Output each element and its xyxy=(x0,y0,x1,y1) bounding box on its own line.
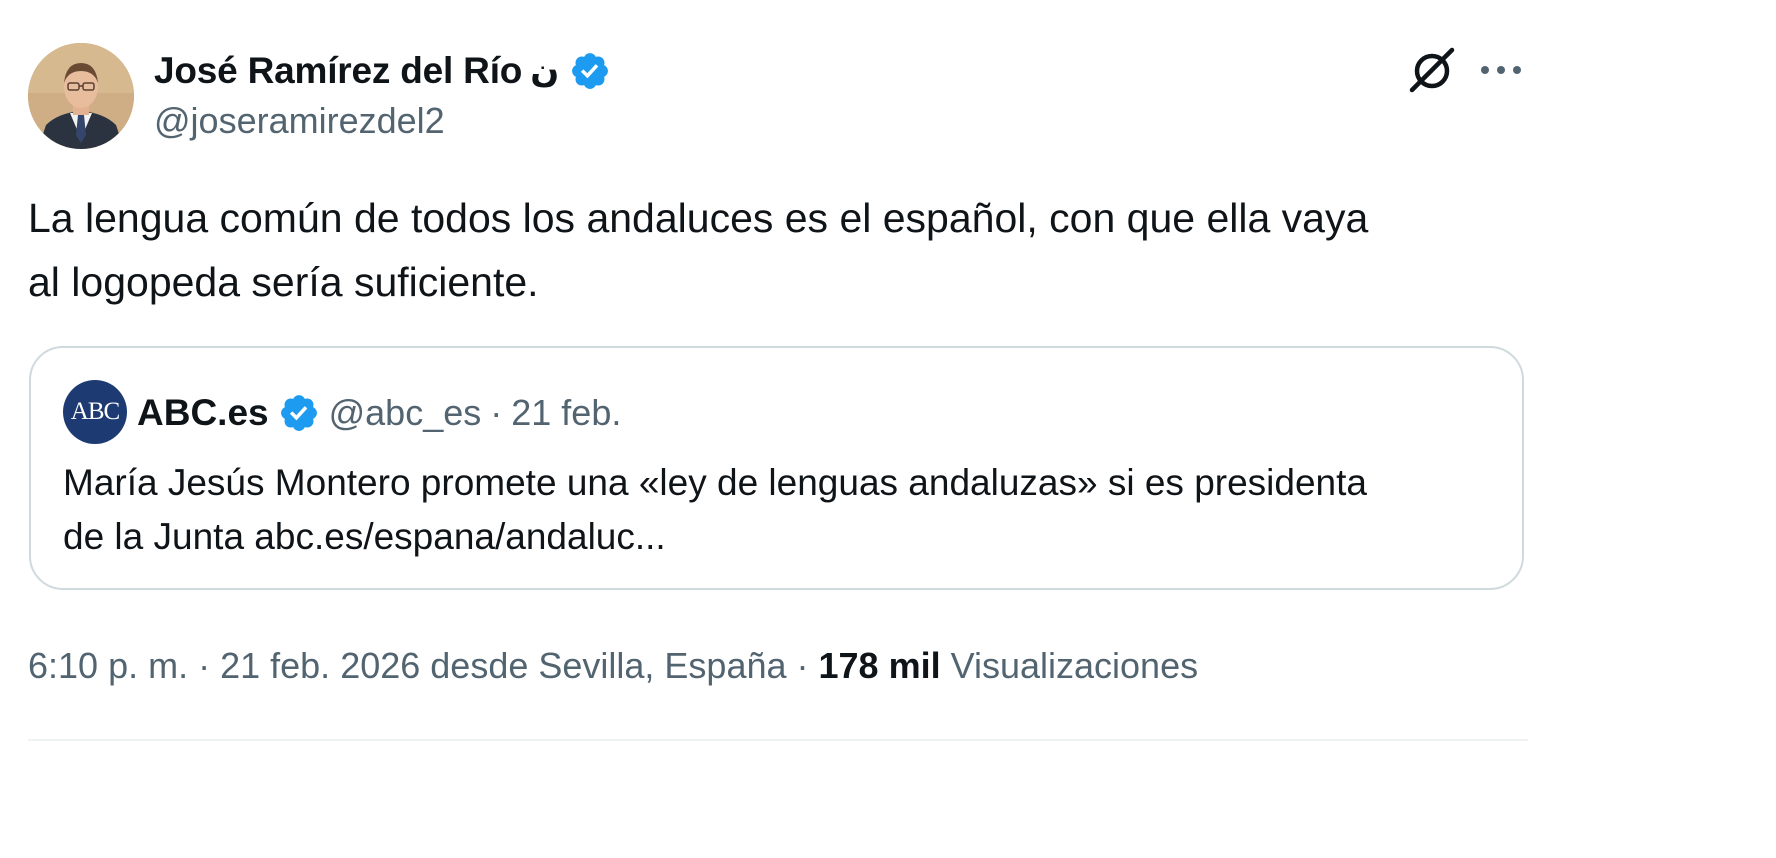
quoted-header: ABC.es @abc_es · 21 feb. xyxy=(137,388,621,438)
more-options-button[interactable] xyxy=(1470,44,1532,96)
tweet-text-line: La lengua común de todos los andaluces e… xyxy=(28,195,1369,241)
tweet-text-line: al logopeda sería suficiente. xyxy=(28,259,539,305)
quoted-separator: · xyxy=(490,392,503,433)
verified-badge-icon xyxy=(569,50,611,92)
divider xyxy=(28,739,1528,741)
views-label: Visualizaciones xyxy=(950,645,1199,686)
meta-separator: · xyxy=(796,645,809,686)
tweet-date-location[interactable]: 21 feb. 2026 desde Sevilla, España xyxy=(220,645,786,687)
grok-icon xyxy=(1409,47,1455,93)
quoted-tweet-card[interactable]: ABC ABC.es @abc_es · 21 feb. María Jesús… xyxy=(29,346,1524,590)
quoted-date[interactable]: 21 feb. xyxy=(511,392,621,434)
verified-badge-icon xyxy=(278,392,320,434)
quoted-author-avatar[interactable]: ABC xyxy=(63,380,127,444)
tweet: José Ramírez del Río ن @joseramirezdel2 … xyxy=(0,0,1776,858)
meta-separator: · xyxy=(198,645,211,686)
author-name-row: José Ramírez del Río ن xyxy=(154,46,611,96)
quoted-text-line: María Jesús Montero promete una «ley de … xyxy=(63,462,1367,503)
quoted-handle[interactable]: @abc_es xyxy=(329,392,482,434)
quoted-text-line: de la Junta abc.es/espana/andaluc... xyxy=(63,516,666,557)
author-handle[interactable]: @joseramirezdel2 xyxy=(154,100,445,142)
quoted-text: María Jesús Montero promete una «ley de … xyxy=(63,456,1503,564)
author-avatar[interactable] xyxy=(28,43,134,149)
views-count: 178 mil xyxy=(818,645,941,686)
avatar-photo xyxy=(28,43,134,149)
author-display-name[interactable]: José Ramírez del Río xyxy=(154,50,522,92)
tweet-text: La lengua común de todos los andaluces e… xyxy=(28,186,1548,314)
tweet-time[interactable]: 6:10 p. m. xyxy=(28,645,188,687)
more-icon xyxy=(1481,66,1521,74)
quoted-display-name[interactable]: ABC.es xyxy=(137,392,269,434)
grok-button[interactable] xyxy=(1402,44,1462,96)
author-name-glyph: ن xyxy=(530,52,560,90)
tweet-meta: 6:10 p. m. · 21 feb. 2026 desde Sevilla,… xyxy=(28,640,1198,692)
